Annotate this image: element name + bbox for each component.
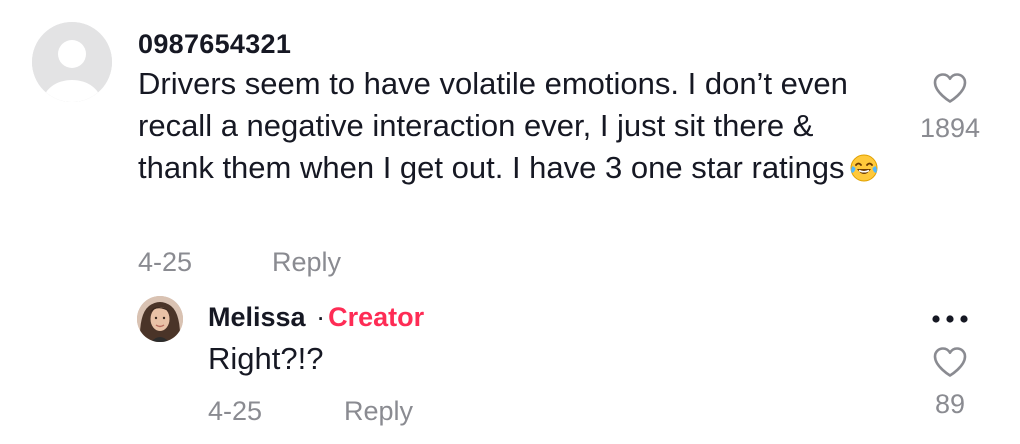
comment-date: 4-25 [138,247,193,277]
reply-header: Melissa · Creator [208,300,424,334]
user-photo-avatar [137,296,183,342]
comment-meta: 4-25 Reply [138,244,341,280]
reply-button[interactable]: Reply [344,393,413,429]
heart-icon [933,73,967,103]
like-count: 89 [934,389,966,419]
separator-dot: · [316,302,326,332]
reply-button[interactable]: Reply [272,244,341,280]
avatar[interactable] [137,296,183,342]
heart-icon [933,347,967,377]
more-dots-icon [932,315,968,323]
reply-text: Right?!? [208,341,324,376]
avatar[interactable] [32,22,112,102]
more-options-button[interactable] [926,306,974,332]
comment-username[interactable]: 0987654321 [138,27,291,61]
reply-meta: 4-25 Reply [208,393,413,429]
reply-date: 4-25 [208,396,263,426]
comment-body: Drivers seem to have volatile emotions. … [138,66,848,185]
like-count: 1894 [919,113,981,143]
reply-username[interactable]: Melissa [208,302,306,332]
laughing-tears-emoji-icon [850,154,878,182]
like-button[interactable]: 89 [900,346,1000,422]
creator-badge: Creator [328,302,425,332]
comment-text: Drivers seem to have volatile emotions. … [138,63,883,189]
like-button[interactable]: 1894 [900,72,1000,146]
default-avatar-icon [32,22,112,102]
